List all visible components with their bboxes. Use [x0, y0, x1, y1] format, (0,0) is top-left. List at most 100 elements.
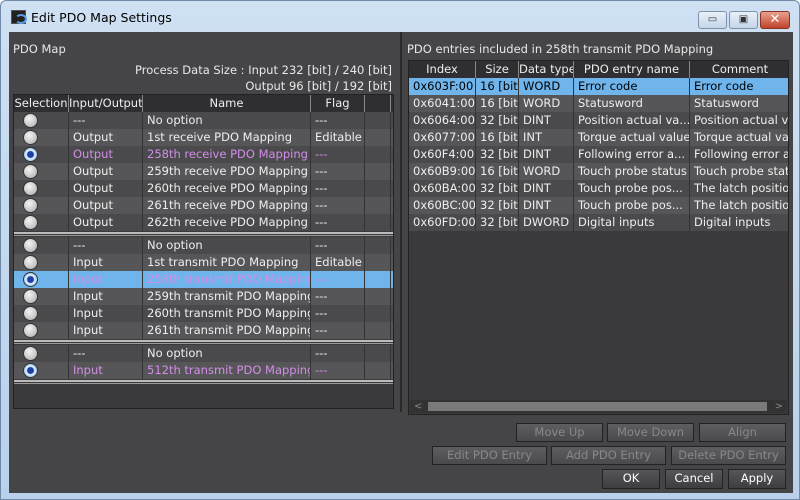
- selection-radio[interactable]: [23, 238, 38, 253]
- move-up-button[interactable]: Move Up: [516, 423, 603, 442]
- table-row[interactable]: Input 261th transmit PDO Mapping ---: [14, 322, 393, 339]
- horizontal-scrollbar[interactable]: < >: [410, 400, 787, 413]
- selection-radio[interactable]: [23, 346, 38, 361]
- col-size[interactable]: Size: [476, 61, 519, 78]
- name-cell: No option: [143, 345, 311, 362]
- table-row[interactable]: Input 1st transmit PDO Mapping Editable: [14, 254, 393, 271]
- col-entry-name[interactable]: PDO entry name: [574, 61, 690, 78]
- scroll-left-icon[interactable]: <: [414, 400, 422, 413]
- table-row[interactable]: 0x6064:00 32 [bit] DINT Position actual va.…: [409, 112, 788, 129]
- size-cell: 32 [bit]: [476, 180, 519, 197]
- table-row[interactable]: 0x60B9:00 16 [bit] WORD Touch probe status T…: [409, 163, 788, 180]
- name-cell: 258th transmit PDO Mapping: [143, 271, 311, 288]
- table-row[interactable]: Input 512th transmit PDO Mapping ---: [14, 362, 393, 379]
- col-io[interactable]: Input/Output: [69, 95, 143, 112]
- move-down-button[interactable]: Move Down: [607, 423, 694, 442]
- scroll-right-icon[interactable]: >: [775, 400, 783, 413]
- selection-radio[interactable]: [23, 215, 38, 230]
- extra-cell: [365, 288, 391, 305]
- add-pdo-entry-button[interactable]: Add PDO Entry: [551, 446, 666, 465]
- col-flag[interactable]: Flag: [311, 95, 365, 112]
- align-button[interactable]: Align: [699, 423, 786, 442]
- size-cell: 32 [bit]: [476, 146, 519, 163]
- delete-pdo-entry-button[interactable]: Delete PDO Entry: [671, 446, 786, 465]
- entry-name-cell: Touch probe pos...: [574, 197, 690, 214]
- extra-cell: [365, 112, 391, 129]
- splitter[interactable]: [400, 32, 402, 412]
- index-cell: 0x60F4:00: [409, 146, 476, 163]
- name-cell: 262th receive PDO Mapping: [143, 214, 311, 231]
- size-cell: 16 [bit]: [476, 129, 519, 146]
- io-cell: ---: [69, 112, 143, 129]
- table-header: Selection Input/Output Name Flag: [14, 95, 393, 112]
- table-row[interactable]: 0x60BA:00 32 [bit] DINT Touch probe pos... T…: [409, 180, 788, 197]
- data-type-cell: DINT: [519, 180, 574, 197]
- selection-radio[interactable]: [23, 113, 38, 128]
- table-row[interactable]: Input 258th transmit PDO Mapping ---: [14, 271, 393, 288]
- edit-pdo-entry-button[interactable]: Edit PDO Entry: [432, 446, 547, 465]
- io-cell: Output: [69, 129, 143, 146]
- table-row[interactable]: Output 258th receive PDO Mapping ---: [14, 146, 393, 163]
- selection-radio[interactable]: [23, 272, 38, 287]
- io-cell: Input: [69, 305, 143, 322]
- ok-button[interactable]: OK: [602, 469, 660, 489]
- col-comment[interactable]: Comment: [690, 61, 788, 78]
- table-row[interactable]: 0x6041:00 16 [bit] WORD Statusword Statuswor…: [409, 95, 788, 112]
- flag-cell: ---: [311, 163, 365, 180]
- table-row[interactable]: Output 262th receive PDO Mapping ---: [14, 214, 393, 231]
- flag-cell: ---: [311, 214, 365, 231]
- selection-radio[interactable]: [23, 164, 38, 179]
- minimize-button[interactable]: ▭: [698, 11, 727, 29]
- table-row[interactable]: 0x60F4:00 32 [bit] DINT Following error a..…: [409, 146, 788, 163]
- extra-cell: [365, 146, 391, 163]
- table-row[interactable]: Output 261th receive PDO Mapping ---: [14, 197, 393, 214]
- flag-cell: ---: [311, 362, 365, 379]
- comment-cell: Digital inputs: [690, 214, 788, 231]
- apply-button[interactable]: Apply: [728, 469, 786, 489]
- selection-radio[interactable]: [23, 147, 38, 162]
- selection-radio[interactable]: [23, 289, 38, 304]
- col-selection[interactable]: Selection: [14, 95, 69, 112]
- table-row[interactable]: 0x60BC:00 32 [bit] DINT Touch probe pos... T…: [409, 197, 788, 214]
- table-row[interactable]: 0x60FD:00 32 [bit] DWORD Digital inputs Digi…: [409, 214, 788, 231]
- extra-cell: [365, 237, 391, 254]
- flag-cell: Editable: [311, 129, 365, 146]
- scroll-thumb[interactable]: [428, 402, 767, 411]
- col-extra[interactable]: [365, 95, 391, 112]
- io-cell: Input: [69, 362, 143, 379]
- selection-radio[interactable]: [23, 130, 38, 145]
- name-cell: 260th receive PDO Mapping: [143, 180, 311, 197]
- table-row[interactable]: --- No option ---: [14, 237, 393, 254]
- index-cell: 0x60B9:00: [409, 163, 476, 180]
- io-cell: Input: [69, 254, 143, 271]
- table-row[interactable]: Output 1st receive PDO Mapping Editable: [14, 129, 393, 146]
- data-type-cell: DINT: [519, 112, 574, 129]
- selection-radio[interactable]: [23, 363, 38, 378]
- table-row[interactable]: --- No option ---: [14, 345, 393, 362]
- table-row[interactable]: 0x6077:00 16 [bit] INT Torque actual value T…: [409, 129, 788, 146]
- extra-cell: [365, 322, 391, 339]
- selection-radio[interactable]: [23, 306, 38, 321]
- col-index[interactable]: Index: [409, 61, 476, 78]
- name-cell: 1st transmit PDO Mapping: [143, 254, 311, 271]
- selection-radio[interactable]: [23, 255, 38, 270]
- table-row[interactable]: Input 260th transmit PDO Mapping ---: [14, 305, 393, 322]
- table-row[interactable]: --- No option ---: [14, 112, 393, 129]
- flag-cell: ---: [311, 322, 365, 339]
- table-row[interactable]: Output 260th receive PDO Mapping ---: [14, 180, 393, 197]
- selection-radio[interactable]: [23, 323, 38, 338]
- maximize-button[interactable]: ▣: [729, 11, 758, 29]
- selection-radio[interactable]: [23, 181, 38, 196]
- table-row[interactable]: Output 259th receive PDO Mapping ---: [14, 163, 393, 180]
- col-name[interactable]: Name: [143, 95, 311, 112]
- entry-name-cell: Touch probe status: [574, 163, 690, 180]
- name-cell: 512th transmit PDO Mapping: [143, 362, 311, 379]
- cancel-button[interactable]: Cancel: [665, 469, 723, 489]
- extra-cell: [365, 305, 391, 322]
- col-data-type[interactable]: Data type: [519, 61, 574, 78]
- data-type-cell: WORD: [519, 95, 574, 112]
- selection-radio[interactable]: [23, 198, 38, 213]
- table-row[interactable]: Input 259th transmit PDO Mapping ---: [14, 288, 393, 305]
- table-row[interactable]: 0x603F:00 16 [bit] WORD Error code Error cod…: [409, 78, 788, 95]
- close-button[interactable]: ✕: [760, 11, 790, 29]
